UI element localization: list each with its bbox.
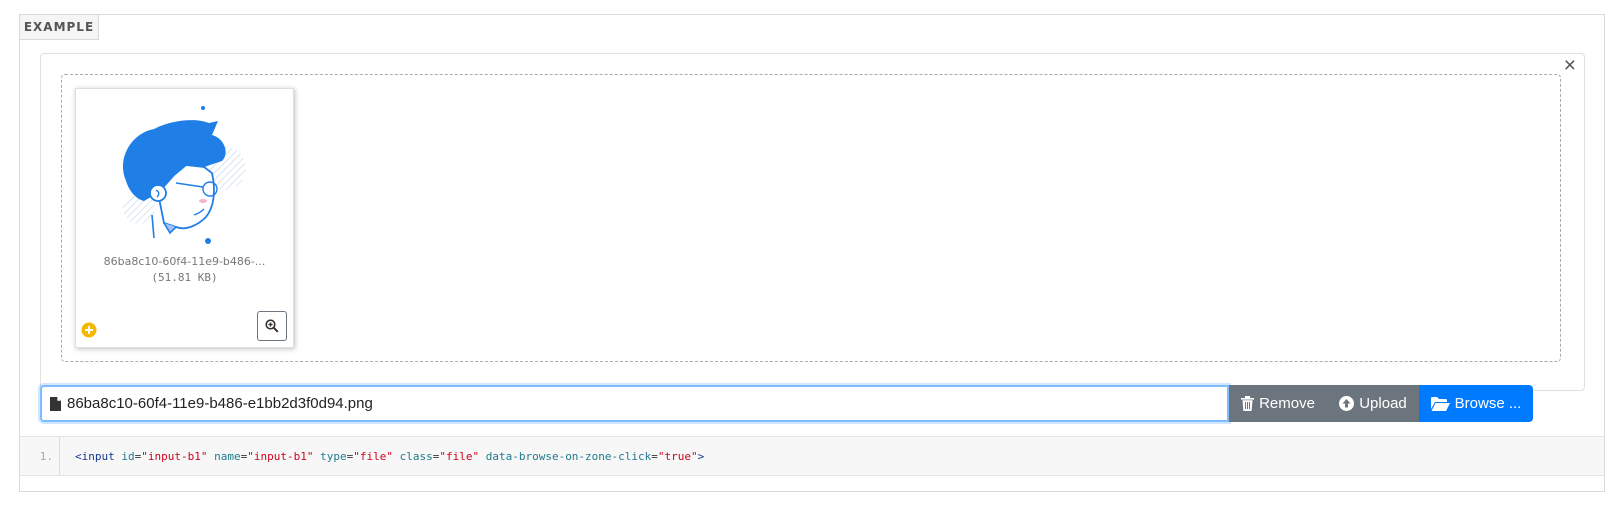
code-attr-browse: data-browse-on-zone-click — [485, 450, 652, 463]
code-val-id: "input-b1" — [141, 450, 208, 463]
folder-open-icon — [1430, 396, 1450, 411]
code-tag-open: <input — [75, 450, 115, 463]
close-icon[interactable]: × — [1564, 55, 1576, 76]
thumbnail-file-name: 86ba8c10-60f4-11e9-b486-... — [103, 255, 266, 268]
example-label: EXAMPLE — [20, 15, 99, 40]
drop-zone[interactable]: 86ba8c10-60f4-11e9-b486-... (51.81 KB) — [61, 74, 1561, 362]
zoom-button[interactable] — [257, 311, 287, 341]
trash-icon — [1241, 396, 1255, 411]
browse-button[interactable]: Browse ... — [1419, 385, 1533, 422]
code-val-name: "input-b1" — [247, 450, 314, 463]
code-attr-name: name — [214, 450, 241, 463]
code-val-browse: "true" — [657, 450, 698, 463]
plus-circle-icon — [81, 322, 97, 338]
code-tag-close: > — [697, 450, 705, 463]
code-val-class: "file" — [439, 450, 480, 463]
remove-label: Remove — [1259, 395, 1315, 412]
file-input-group: 86ba8c10-60f4-11e9-b486-e1bb2d3f0d94.png… — [40, 385, 1533, 422]
thumbnail-file-size: (51.81 KB) — [151, 271, 218, 284]
example-panel: EXAMPLE × 86ba8c10-60f4-11e9-b486-... (5… — [19, 14, 1605, 492]
user-avatar-illustration — [122, 106, 246, 244]
file-preview-frame: × 86ba8c10-60f4-11e9-b486-... (51.81 KB) — [40, 53, 1585, 391]
code-line: <input id="input-b1" name="input-b1" typ… — [75, 450, 705, 463]
upload-icon — [1339, 396, 1355, 411]
zoom-in-icon — [265, 319, 279, 333]
upload-button[interactable]: Upload — [1327, 385, 1419, 422]
line-number: 1. — [20, 437, 60, 475]
file-icon — [50, 396, 61, 411]
file-caption-field[interactable]: 86ba8c10-60f4-11e9-b486-e1bb2d3f0d94.png — [40, 385, 1229, 422]
caption-file-name: 86ba8c10-60f4-11e9-b486-e1bb2d3f0d94.png — [67, 395, 373, 412]
code-val-type: "file" — [353, 450, 393, 463]
upload-label: Upload — [1359, 395, 1407, 412]
file-thumbnail: 86ba8c10-60f4-11e9-b486-... (51.81 KB) — [75, 88, 294, 348]
remove-button[interactable]: Remove — [1229, 385, 1327, 422]
browse-label: Browse ... — [1454, 395, 1522, 412]
code-attr-id: id — [121, 450, 135, 463]
code-attr-type: type — [320, 450, 347, 463]
code-attr-class: class — [399, 450, 433, 463]
code-sample: 1. <input id="input-b1" name="input-b1" … — [20, 436, 1604, 476]
